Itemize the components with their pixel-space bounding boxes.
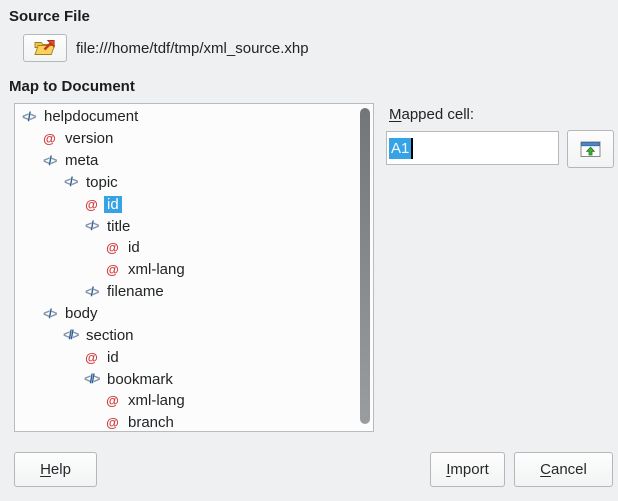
- tree-item-label: version: [62, 130, 116, 147]
- mapped-cell-label: Mapped cell:: [389, 106, 474, 123]
- element-icon: </>: [84, 284, 99, 299]
- element-icon: </>: [63, 175, 78, 190]
- attribute-icon: @: [84, 197, 99, 212]
- tree-item-label: topic: [83, 174, 121, 191]
- tree-item[interactable]: </> helpdocument: [15, 106, 357, 128]
- tree-rows: </> helpdocument @ version </> meta </> …: [15, 106, 357, 432]
- tree-item-label: id: [104, 349, 122, 366]
- mapped-cell-input[interactable]: A1: [386, 131, 559, 165]
- element-icon: </>: [84, 219, 99, 234]
- tree-item[interactable]: <//> section: [15, 324, 357, 346]
- element-recurring-icon: <//>: [63, 328, 78, 343]
- tree-item-label: xml-lang: [125, 392, 188, 409]
- text-cursor: [411, 138, 413, 159]
- map-to-document-heading: Map to Document: [9, 78, 135, 95]
- tree-item[interactable]: </> topic: [15, 172, 357, 194]
- open-folder-icon: [33, 38, 57, 58]
- tree-item-label: filename: [104, 283, 167, 300]
- browse-file-button[interactable]: [23, 34, 67, 62]
- element-icon: </>: [42, 153, 57, 168]
- help-button[interactable]: Help: [14, 452, 97, 487]
- tree-item[interactable]: @ id: [15, 193, 357, 215]
- import-button[interactable]: Import: [430, 452, 505, 487]
- xml-source-dialog: Source File file:///home/tdf/tmp/xml_sou…: [0, 0, 618, 501]
- element-icon: </>: [21, 110, 36, 125]
- tree-item-label: id: [104, 196, 122, 213]
- element-recurring-icon: <//>: [84, 372, 99, 387]
- element-icon: </>: [42, 306, 57, 321]
- tree-item-label: title: [104, 218, 133, 235]
- tree-item-label: body: [62, 305, 101, 322]
- tree-item-label: section: [83, 327, 137, 344]
- source-file-heading: Source File: [9, 8, 90, 25]
- selected-text: A1: [389, 138, 411, 159]
- tree-item[interactable]: @ version: [15, 128, 357, 150]
- tree-item-label: xml-lang: [125, 261, 188, 278]
- tree-item[interactable]: </> filename: [15, 281, 357, 303]
- attribute-icon: @: [105, 262, 120, 277]
- attribute-icon: @: [42, 131, 57, 146]
- attribute-icon: @: [105, 415, 120, 430]
- attribute-icon: @: [84, 350, 99, 365]
- source-file-path: file:///home/tdf/tmp/xml_source.xhp: [76, 34, 309, 62]
- tree-item-label: branch: [125, 414, 177, 431]
- attribute-icon: @: [105, 240, 120, 255]
- attribute-icon: @: [105, 393, 120, 408]
- tree-item[interactable]: @ xml-lang: [15, 259, 357, 281]
- tree-item-label: bookmark: [104, 371, 176, 388]
- tree-item[interactable]: @ branch: [15, 412, 357, 432]
- tree-item[interactable]: </> title: [15, 215, 357, 237]
- tree-scrollbar[interactable]: [357, 104, 373, 431]
- tree-item[interactable]: </> meta: [15, 150, 357, 172]
- tree-scrollbar-thumb[interactable]: [360, 108, 370, 424]
- tree-item-label: helpdocument: [41, 108, 141, 125]
- tree-item[interactable]: <//> bookmark: [15, 368, 357, 390]
- tree-item-label: meta: [62, 152, 101, 169]
- shrink-icon: [580, 141, 601, 158]
- tree-item[interactable]: @ id: [15, 346, 357, 368]
- tree-item[interactable]: @ id: [15, 237, 357, 259]
- cancel-button[interactable]: Cancel: [514, 452, 613, 487]
- xml-structure-tree[interactable]: </> helpdocument @ version </> meta </> …: [14, 103, 374, 432]
- tree-item-label: id: [125, 239, 143, 256]
- shrink-button[interactable]: [567, 130, 614, 168]
- tree-item[interactable]: @ xml-lang: [15, 390, 357, 412]
- tree-item[interactable]: </> body: [15, 303, 357, 325]
